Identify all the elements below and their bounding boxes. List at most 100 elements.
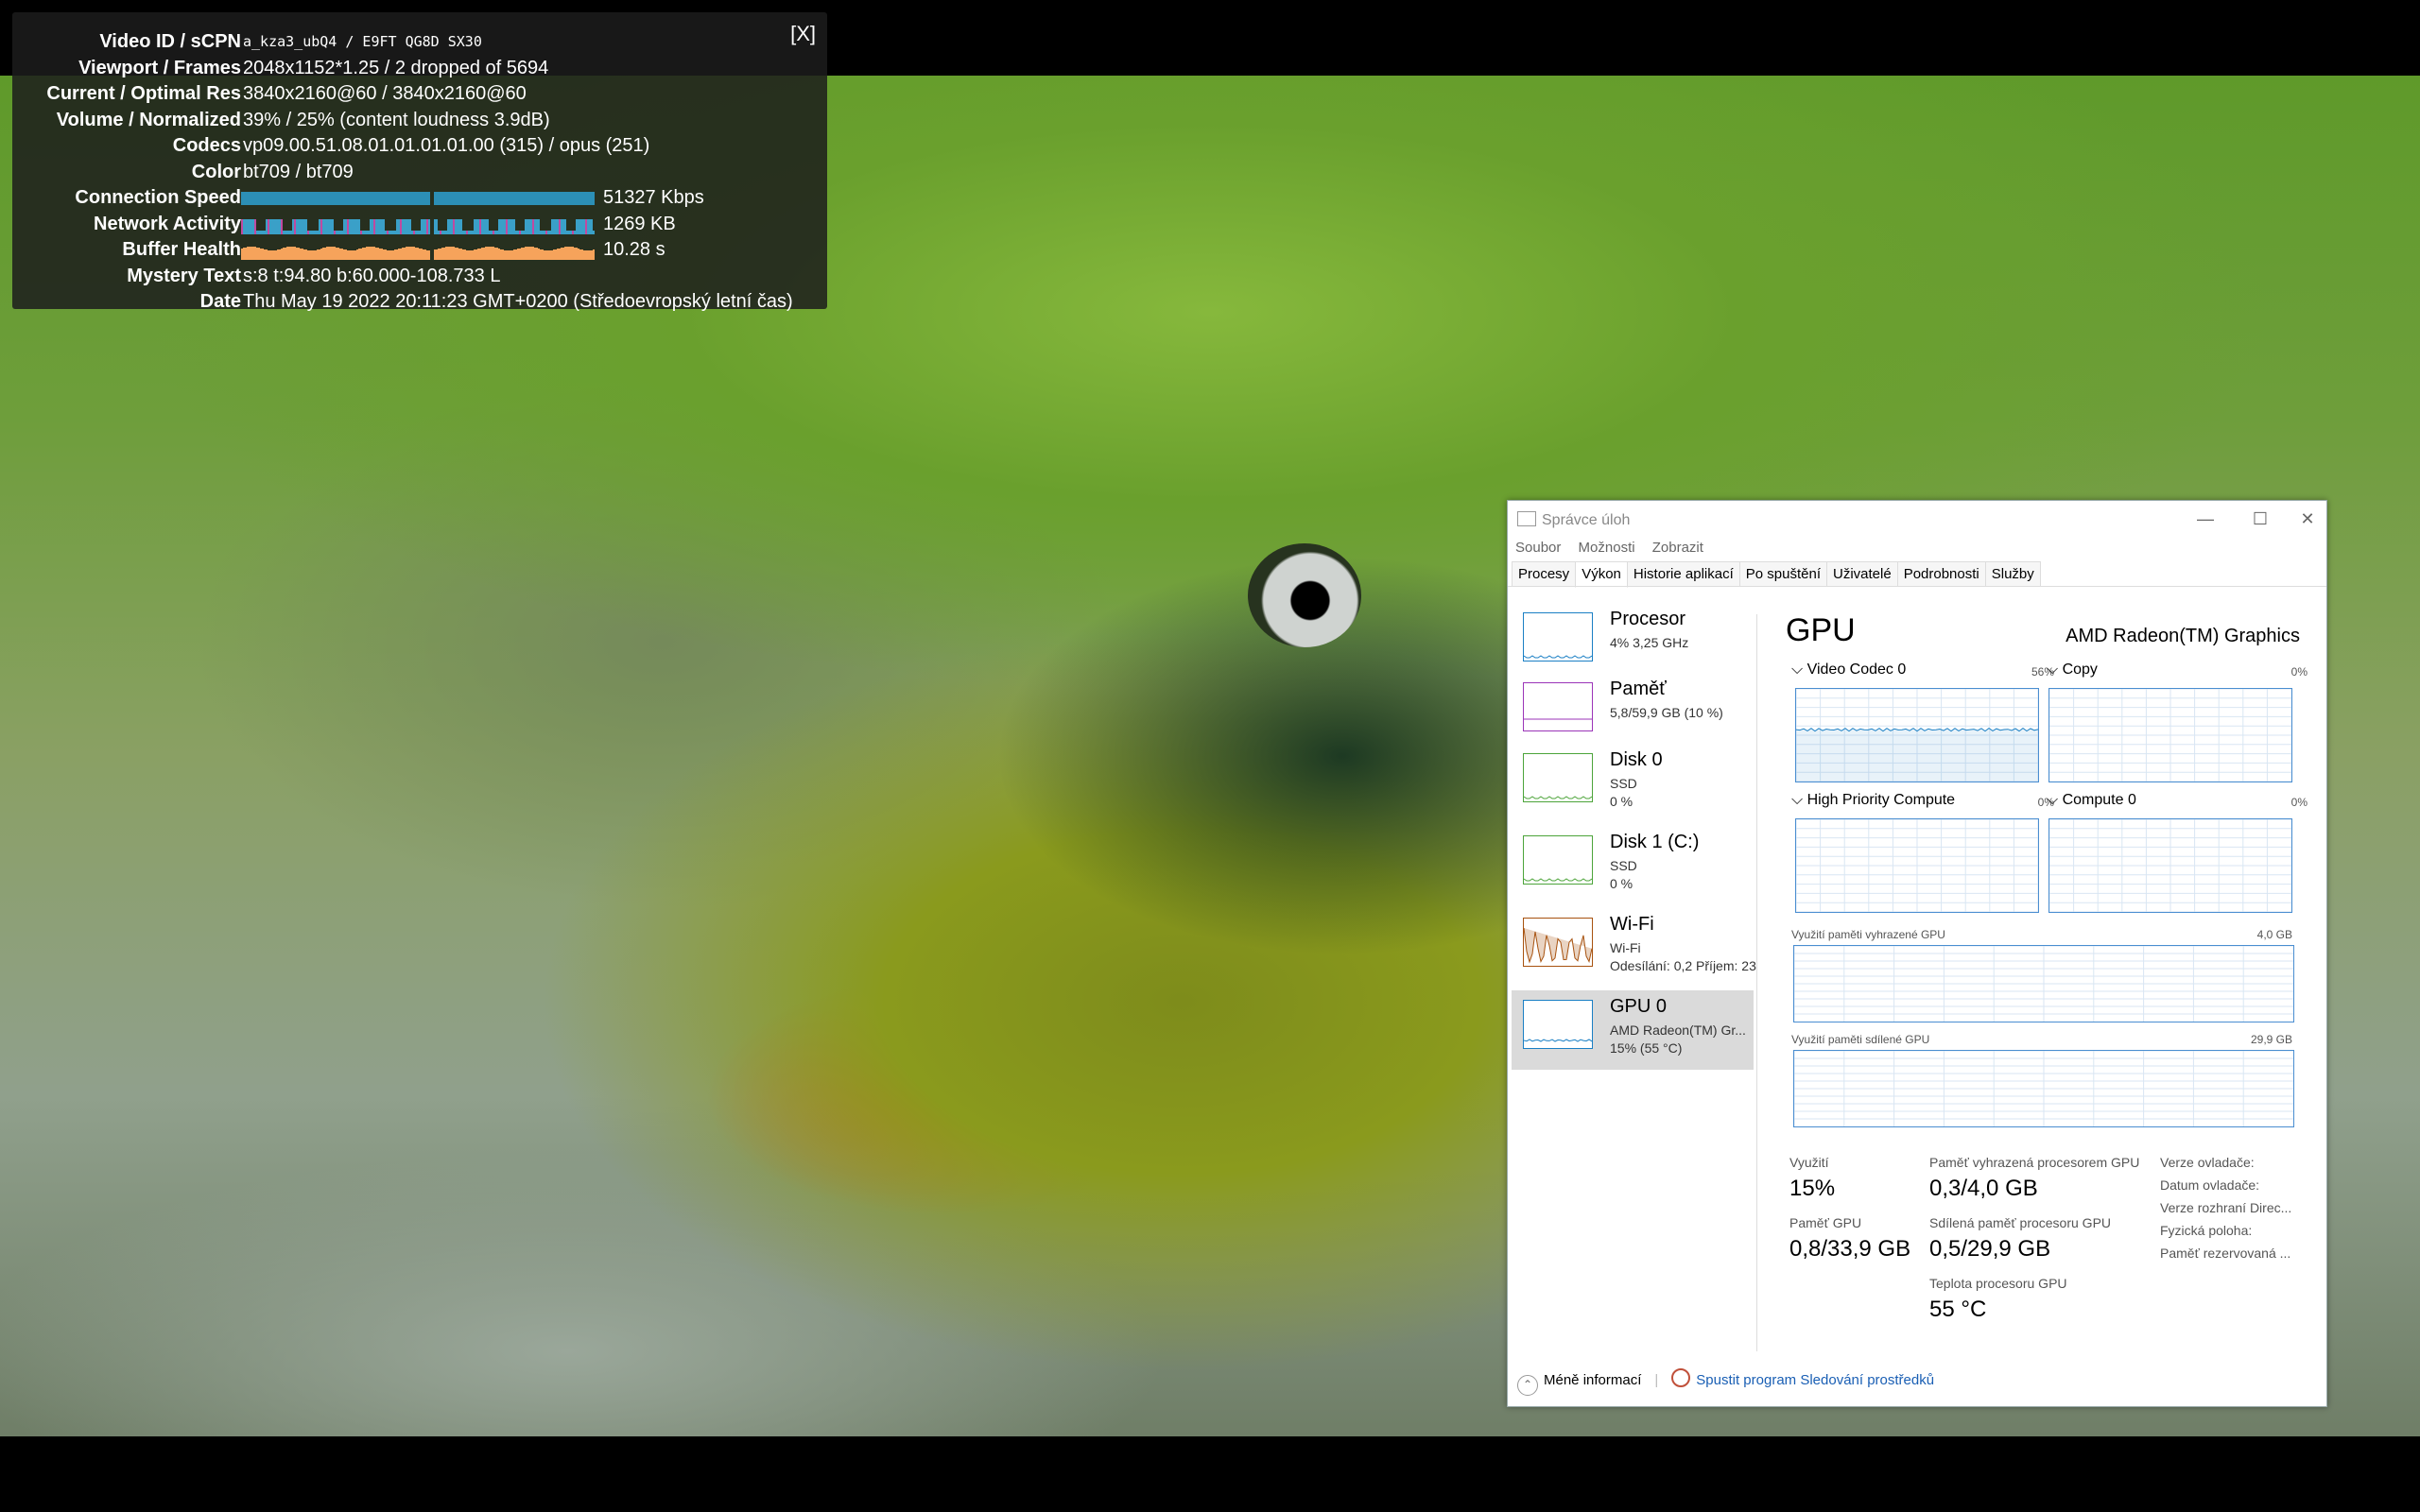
stats-value: s:8 t:94.80 b:60.000-108.733 L — [243, 265, 501, 286]
menu-zobrazit[interactable]: Zobrazit — [1652, 540, 1703, 556]
stats-value: 51327 Kbps — [603, 187, 704, 208]
engine-select-compute[interactable]: ⌵ Compute 0 — [2047, 792, 2136, 809]
stats-value: a_kza3_ubQ4 / E9FT QG8D SX30 — [243, 33, 482, 50]
shared-mem-value: 0,5/29,9 GB — [1929, 1236, 2051, 1262]
stats-label: Viewport / Frames — [78, 57, 241, 78]
sidebar-name: Disk 0 — [1610, 749, 1663, 770]
stats-value: 3840x2160@60 / 3840x2160@60 — [243, 83, 527, 104]
mem-dedicated-label: Využití paměti vyhrazené GPU — [1791, 928, 1945, 941]
stats-label: Date — [199, 291, 241, 312]
directx-version-label: Verze rozhraní Direc... — [2160, 1200, 2292, 1215]
engine-pct: 0% — [2290, 665, 2308, 679]
sidebar-item-wi-fi[interactable]: Wi-Fi Wi-Fi Odesílání: 0,2 Příjem: 23 — [1512, 908, 1756, 988]
tab-bar: Procesy Výkon Historie aplikací Po spušt… — [1512, 561, 2041, 588]
stats-row: Codecs vp09.00.51.08.01.01.01.01.00 (315)… — [12, 133, 827, 159]
minimize-button[interactable]: — — [2187, 506, 2224, 532]
sidebar-item-disk-1-c-[interactable]: Disk 1 (C:) SSD 0 % — [1512, 826, 1754, 905]
sidebar-thumbnail — [1523, 753, 1593, 802]
fewer-details-button[interactable]: ⌃ Méně informací — [1517, 1372, 1641, 1396]
stats-row: Date Thu May 19 2022 20:11:23 GMT+0200 (S… — [12, 289, 827, 315]
sidebar-detail: Wi-Fi — [1610, 940, 1641, 955]
stats-row: Viewport / Frames 2048x1152*1.25 / 2 drop… — [12, 56, 827, 81]
temp-value: 55 °C — [1929, 1297, 1987, 1322]
stats-label: Color — [191, 161, 241, 182]
temp-label: Teplota procesoru GPU — [1929, 1276, 2067, 1291]
stats-value: 1269 KB — [603, 213, 676, 234]
tab-podrobnosti[interactable]: Podrobnosti — [1896, 561, 1986, 587]
stats-value: Thu May 19 2022 20:11:23 GMT+0200 (Střed… — [243, 291, 793, 312]
stats-row: Network Activity 1269 KB — [12, 212, 827, 237]
tab-vykon[interactable]: Výkon — [1575, 561, 1628, 588]
stats-bar-buffer — [241, 247, 595, 260]
maximize-button[interactable]: ☐ — [2241, 506, 2279, 532]
sidebar-detail: 4% 3,25 GHz — [1610, 635, 1689, 650]
mem-shared-max: 29,9 GB — [2250, 1033, 2292, 1046]
stats-label: Network Activity — [94, 213, 241, 234]
mem-shared-label: Využití paměti sdílené GPU — [1791, 1033, 1930, 1046]
engine-label: High Priority Compute — [1806, 792, 1956, 808]
frog-eye — [1248, 543, 1361, 647]
stats-label: Current / Optimal Res — [46, 83, 241, 104]
chevron-up-icon: ⌃ — [1517, 1375, 1538, 1396]
engine-select-copy[interactable]: ⌵ Copy — [2047, 662, 2098, 679]
sidebar-item-pam-[interactable]: Paměť 5,8/59,9 GB (10 %) — [1512, 673, 1754, 752]
tab-uzivatele[interactable]: Uživatelé — [1825, 561, 1898, 587]
gpu-heading: GPU — [1786, 612, 1856, 648]
stats-label: Mystery Text — [127, 265, 241, 286]
gpu-mem-label: Paměť GPU — [1789, 1215, 1862, 1230]
sidebar-name: Procesor — [1610, 609, 1686, 629]
engine-select-high-priority-compute[interactable]: ⌵ High Priority Compute — [1791, 792, 1955, 809]
stats-label: Volume / Normalized — [56, 109, 241, 130]
stats-value: 39% / 25% (content loudness 3.9dB) — [243, 109, 550, 130]
sidebar-thumbnail — [1523, 682, 1593, 731]
stats-for-nerds-panel: [X] Video ID / sCPN a_kza3_ubQ4 / E9FT QG… — [12, 12, 827, 312]
sidebar-name: Wi-Fi — [1610, 914, 1654, 935]
sidebar-item-disk-0[interactable]: Disk 0 SSD 0 % — [1512, 744, 1754, 823]
engine-select-video-codec[interactable]: ⌵ Video Codec 0 — [1791, 662, 1906, 679]
driver-version-label: Verze ovladače: — [2160, 1155, 2255, 1170]
reserved-mem-label: Paměť vyhrazená procesorem GPU — [1929, 1155, 2140, 1170]
stats-row: Video ID / sCPN a_kza3_ubQ4 / E9FT QG8D S… — [12, 29, 827, 55]
stats-label: Codecs — [172, 135, 241, 156]
task-manager-window: Správce úloh — ☐ ✕ Soubor Možnosti Zobra… — [1507, 500, 2327, 1407]
stats-row: Mystery Text s:8 t:94.80 b:60.000-108.733… — [12, 264, 827, 289]
graph-video-codec — [1795, 688, 2039, 782]
engine-pct: 0% — [2290, 796, 2308, 809]
engine-label: Copy — [2062, 662, 2098, 678]
utilization-label: Využití — [1789, 1155, 1829, 1170]
tab-historie-aplikaci[interactable]: Historie aplikací — [1626, 561, 1740, 587]
sidebar-name: Disk 1 (C:) — [1610, 832, 1700, 852]
tab-procesy[interactable]: Procesy — [1512, 561, 1577, 587]
stats-label: Buffer Health — [122, 239, 241, 260]
tab-divider — [1508, 586, 2326, 587]
footer-separator: | — [1654, 1372, 1659, 1388]
resource-monitor-link[interactable]: Spustit program Sledování prostředků — [1696, 1372, 1934, 1388]
stats-row: Volume / Normalized 39% / 25% (content lo… — [12, 108, 827, 133]
footer: ⌃ Méně informací | Spustit program Sledován… — [1517, 1368, 1934, 1396]
stats-value: 10.28 s — [603, 239, 666, 260]
menu-soubor[interactable]: Soubor — [1515, 540, 1561, 556]
tab-po-spusteni[interactable]: Po spuštění — [1738, 561, 1827, 587]
sidebar-detail: 0 % — [1610, 876, 1634, 891]
task-manager-icon — [1517, 511, 1536, 526]
graph-mem-shared — [1793, 1050, 2294, 1127]
stats-label: Connection Speed — [75, 187, 241, 208]
sidebar-name: Paměť — [1610, 679, 1667, 699]
reserved-mem-value: 0,3/4,0 GB — [1929, 1176, 2038, 1201]
utilization-value: 15% — [1789, 1176, 1836, 1201]
close-button[interactable]: ✕ — [2289, 506, 2326, 532]
gpu-mem-value: 0,8/33,9 GB — [1789, 1236, 1911, 1262]
engine-label: Video Codec 0 — [1806, 662, 1907, 678]
sidebar-detail: SSD — [1610, 776, 1637, 791]
stats-bar-speed — [241, 192, 595, 205]
menu-moznosti[interactable]: Možnosti — [1579, 540, 1635, 556]
sidebar-item-gpu-0[interactable]: GPU 0 AMD Radeon(TM) Gr... 15% (55 °C) — [1512, 990, 1754, 1070]
sidebar-name: GPU 0 — [1610, 996, 1668, 1017]
engine-label: Compute 0 — [2062, 792, 2136, 808]
sidebar-thumbnail — [1523, 918, 1593, 967]
sidebar-item-procesor[interactable]: Procesor 4% 3,25 GHz — [1512, 603, 1754, 682]
sidebar-detail: 0 % — [1610, 794, 1634, 809]
graph-compute — [2048, 818, 2292, 913]
sidebar-detail: AMD Radeon(TM) Gr... — [1610, 1022, 1746, 1038]
tab-sluzby[interactable]: Služby — [1984, 561, 2041, 587]
